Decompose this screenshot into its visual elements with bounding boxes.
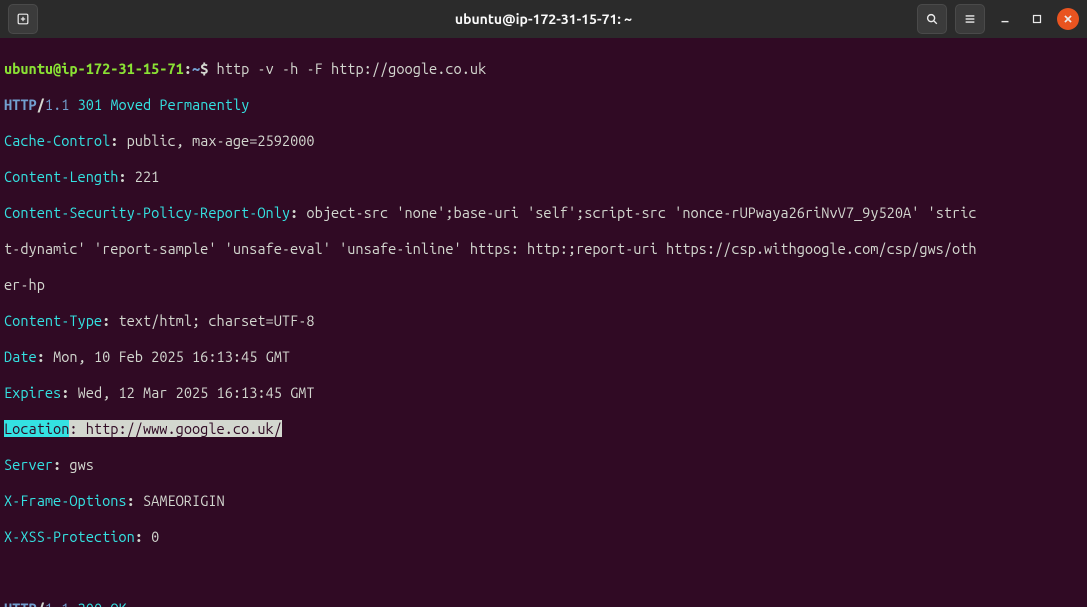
new-tab-button[interactable] <box>8 4 38 34</box>
window: ubuntu@ip-172-31-15-71: ~ ubuntu@ip-172-… <box>0 0 1087 607</box>
close-button[interactable] <box>1057 8 1079 30</box>
terminal-output[interactable]: ubuntu@ip-172-31-15-71:~$ http -v -h -F … <box>0 38 1087 607</box>
prompt-path: ~ <box>192 60 200 77</box>
search-button[interactable] <box>917 4 947 34</box>
hamburger-menu-button[interactable] <box>955 4 985 34</box>
location-header: Location <box>4 420 69 437</box>
minimize-button[interactable] <box>993 7 1017 31</box>
maximize-button[interactable] <box>1025 7 1049 31</box>
prompt-userhost: ubuntu@ip-172-31-15-71 <box>4 60 184 77</box>
command-text: http -v -h -F http://google.co.uk <box>217 60 487 77</box>
titlebar: ubuntu@ip-172-31-15-71: ~ <box>0 0 1087 38</box>
